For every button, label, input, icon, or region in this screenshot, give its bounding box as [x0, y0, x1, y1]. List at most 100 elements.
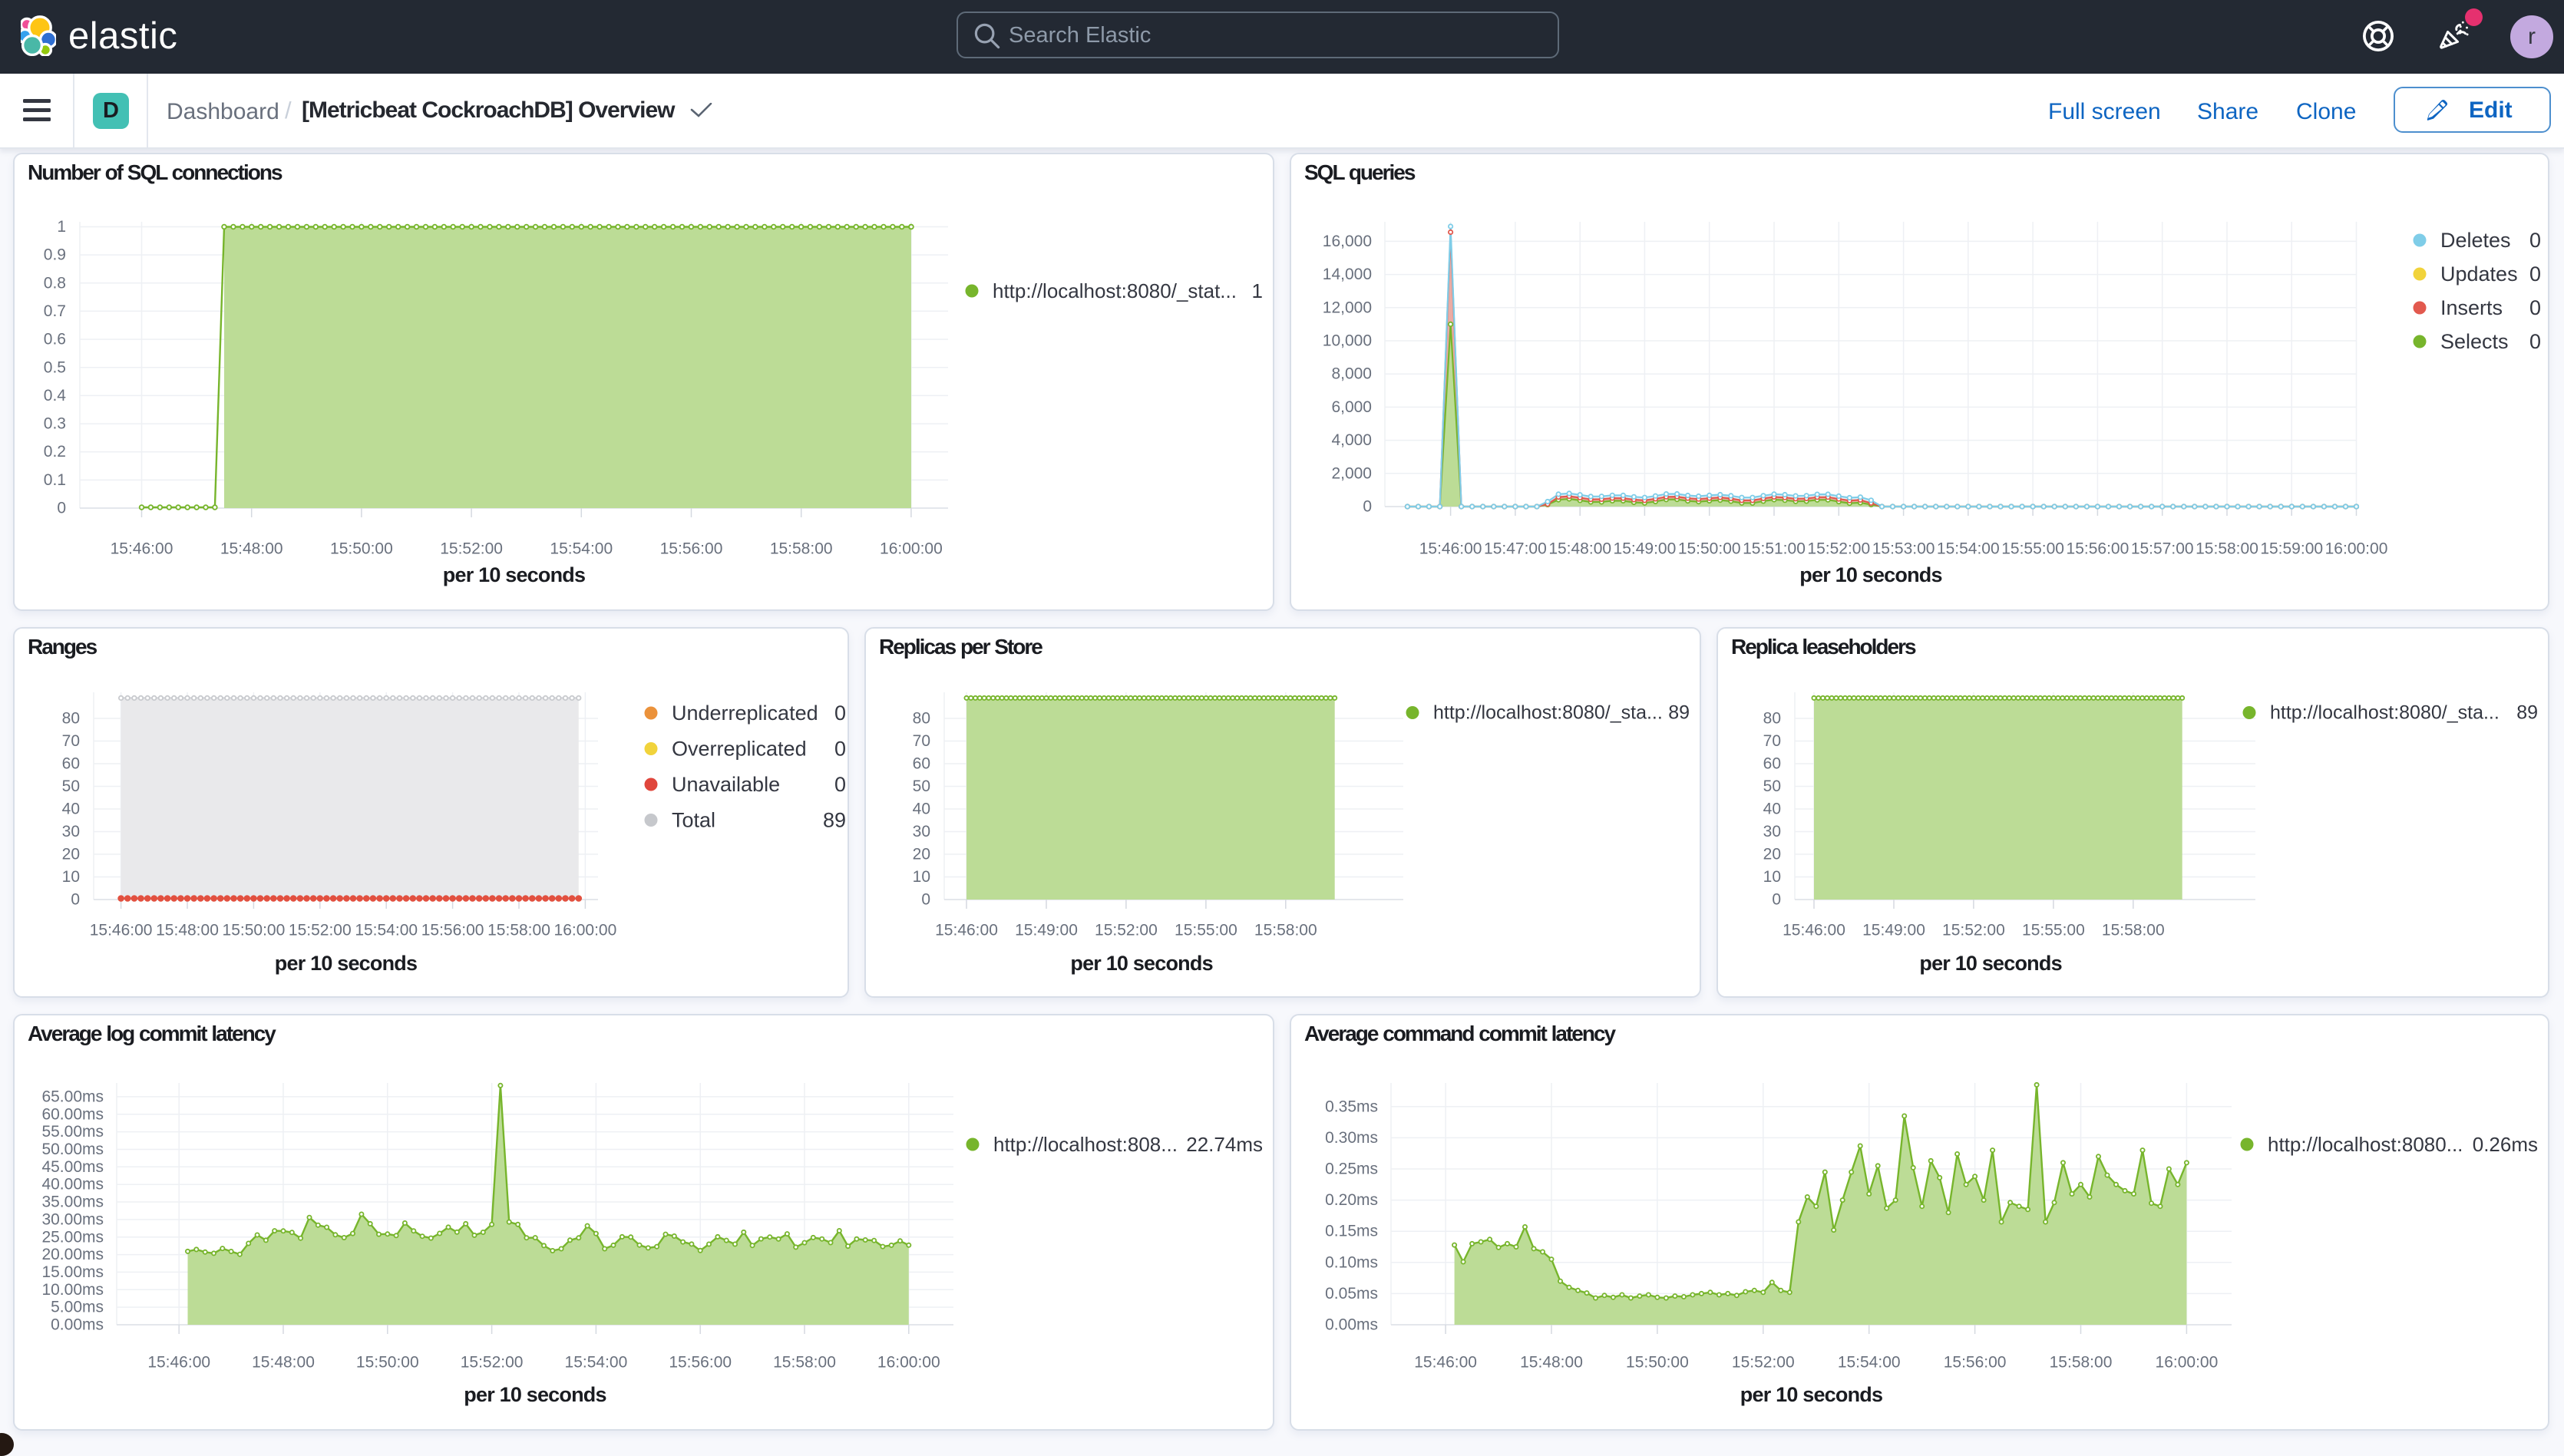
- svg-text:0.15ms: 0.15ms: [1325, 1223, 1378, 1240]
- svg-text:15:52:00: 15:52:00: [1095, 922, 1158, 939]
- svg-text:0.20ms: 0.20ms: [1325, 1191, 1378, 1209]
- svg-text:15:55:00: 15:55:00: [1175, 922, 1237, 939]
- svg-text:40.00ms: 40.00ms: [41, 1176, 104, 1194]
- svg-text:0: 0: [57, 500, 66, 517]
- svg-text:http://localhost:8080/_sta...: http://localhost:8080/_sta...: [1433, 702, 1663, 724]
- svg-text:15:46:00: 15:46:00: [1783, 922, 1845, 939]
- svg-text:0: 0: [71, 891, 80, 909]
- svg-text:55.00ms: 55.00ms: [41, 1123, 104, 1141]
- svg-text:15:58:00: 15:58:00: [1254, 922, 1317, 939]
- svg-text:http://localhost:808...: http://localhost:808...: [993, 1133, 1178, 1156]
- svg-text:80: 80: [62, 710, 80, 728]
- svg-text:15:56:00: 15:56:00: [669, 1354, 732, 1372]
- svg-text:50: 50: [1763, 778, 1781, 795]
- svg-text:per 10 seconds: per 10 seconds: [1919, 952, 2061, 975]
- svg-text:10: 10: [62, 868, 80, 886]
- svg-text:0.30ms: 0.30ms: [1325, 1129, 1378, 1147]
- svg-text:15:53:00: 15:53:00: [1872, 540, 1935, 558]
- svg-text:25.00ms: 25.00ms: [41, 1228, 104, 1246]
- svg-text:30: 30: [62, 823, 80, 840]
- svg-text:30: 30: [913, 823, 930, 840]
- svg-text:15:52:00: 15:52:00: [461, 1354, 524, 1372]
- svg-text:89: 89: [2516, 702, 2538, 724]
- svg-text:14,000: 14,000: [1323, 266, 1372, 283]
- svg-text:0.25ms: 0.25ms: [1325, 1161, 1378, 1178]
- svg-text:5.00ms: 5.00ms: [51, 1299, 104, 1316]
- svg-text:30: 30: [1763, 823, 1781, 840]
- svg-text:70: 70: [62, 732, 80, 750]
- svg-text:Updates: Updates: [2440, 262, 2518, 286]
- svg-text:60: 60: [913, 755, 930, 773]
- svg-text:http://localhost:8080...: http://localhost:8080...: [2268, 1133, 2463, 1156]
- svg-text:15.00ms: 15.00ms: [41, 1263, 104, 1281]
- svg-text:15:54:00: 15:54:00: [355, 922, 418, 939]
- svg-text:45.00ms: 45.00ms: [41, 1158, 104, 1176]
- svg-text:16:00:00: 16:00:00: [877, 1354, 940, 1372]
- svg-text:15:56:00: 15:56:00: [2067, 540, 2130, 558]
- svg-text:2,000: 2,000: [1331, 464, 1372, 482]
- svg-text:60.00ms: 60.00ms: [41, 1105, 104, 1123]
- svg-text:15:58:00: 15:58:00: [770, 540, 833, 558]
- svg-text:0.8: 0.8: [44, 274, 66, 292]
- svg-text:15:48:00: 15:48:00: [252, 1354, 315, 1372]
- svg-text:Total: Total: [672, 809, 715, 832]
- svg-text:50: 50: [62, 778, 80, 795]
- svg-text:0.35ms: 0.35ms: [1325, 1098, 1378, 1115]
- svg-text:0.00ms: 0.00ms: [1325, 1316, 1378, 1334]
- svg-text:per 10 seconds: per 10 seconds: [1799, 563, 1941, 586]
- svg-text:60: 60: [1763, 755, 1781, 773]
- svg-text:20.00ms: 20.00ms: [41, 1246, 104, 1263]
- svg-text:15:46:00: 15:46:00: [1419, 540, 1482, 558]
- svg-text:0.1: 0.1: [44, 471, 66, 489]
- svg-text:Deletes: Deletes: [2440, 229, 2511, 252]
- svg-text:15:46:00: 15:46:00: [147, 1354, 210, 1372]
- svg-text:15:46:00: 15:46:00: [1414, 1354, 1477, 1372]
- svg-text:40: 40: [913, 801, 930, 818]
- svg-text:15:56:00: 15:56:00: [421, 922, 484, 939]
- svg-text:0.10ms: 0.10ms: [1325, 1253, 1378, 1271]
- svg-text:15:50:00: 15:50:00: [356, 1354, 419, 1372]
- svg-text:0.6: 0.6: [44, 331, 66, 348]
- svg-text:15:56:00: 15:56:00: [1944, 1354, 2007, 1372]
- svg-text:89: 89: [823, 809, 846, 832]
- svg-text:Selects: Selects: [2440, 330, 2509, 353]
- svg-text:20: 20: [913, 846, 930, 863]
- svg-text:40: 40: [1763, 801, 1781, 818]
- svg-text:Unavailable: Unavailable: [672, 773, 780, 796]
- svg-text:0.00ms: 0.00ms: [51, 1316, 104, 1334]
- svg-text:6,000: 6,000: [1331, 398, 1372, 416]
- svg-text:15:59:00: 15:59:00: [2260, 540, 2323, 558]
- svg-text:Underreplicated: Underreplicated: [672, 702, 818, 725]
- svg-text:15:52:00: 15:52:00: [440, 540, 503, 558]
- svg-text:Inserts: Inserts: [2440, 296, 2503, 319]
- svg-text:12,000: 12,000: [1323, 299, 1372, 316]
- svg-text:15:58:00: 15:58:00: [487, 922, 550, 939]
- svg-text:15:49:00: 15:49:00: [1614, 540, 1677, 558]
- svg-text:50: 50: [913, 778, 930, 795]
- svg-text:16:00:00: 16:00:00: [554, 922, 617, 939]
- svg-text:0: 0: [2529, 229, 2541, 252]
- svg-text:0.9: 0.9: [44, 246, 66, 264]
- svg-text:40: 40: [62, 801, 80, 818]
- svg-text:89: 89: [1668, 702, 1690, 724]
- svg-text:1: 1: [1252, 279, 1263, 302]
- svg-text:15:50:00: 15:50:00: [1678, 540, 1741, 558]
- svg-text:15:58:00: 15:58:00: [2102, 922, 2165, 939]
- svg-text:15:52:00: 15:52:00: [1942, 922, 2005, 939]
- svg-text:22.74ms: 22.74ms: [1186, 1133, 1263, 1156]
- svg-text:10.00ms: 10.00ms: [41, 1281, 104, 1299]
- svg-text:65.00ms: 65.00ms: [41, 1088, 104, 1105]
- svg-text:1: 1: [57, 218, 66, 236]
- svg-text:0.7: 0.7: [44, 302, 66, 320]
- svg-text:10: 10: [1763, 868, 1781, 886]
- svg-text:0: 0: [834, 773, 846, 796]
- svg-text:15:52:00: 15:52:00: [289, 922, 352, 939]
- svg-text:15:57:00: 15:57:00: [2131, 540, 2194, 558]
- svg-text:8,000: 8,000: [1331, 365, 1372, 383]
- svg-text:15:52:00: 15:52:00: [1732, 1354, 1795, 1372]
- svg-text:15:58:00: 15:58:00: [2196, 540, 2258, 558]
- svg-text:60: 60: [62, 755, 80, 773]
- svg-text:4,000: 4,000: [1331, 431, 1372, 449]
- svg-text:30.00ms: 30.00ms: [41, 1210, 104, 1228]
- svg-text:15:52:00: 15:52:00: [1807, 540, 1870, 558]
